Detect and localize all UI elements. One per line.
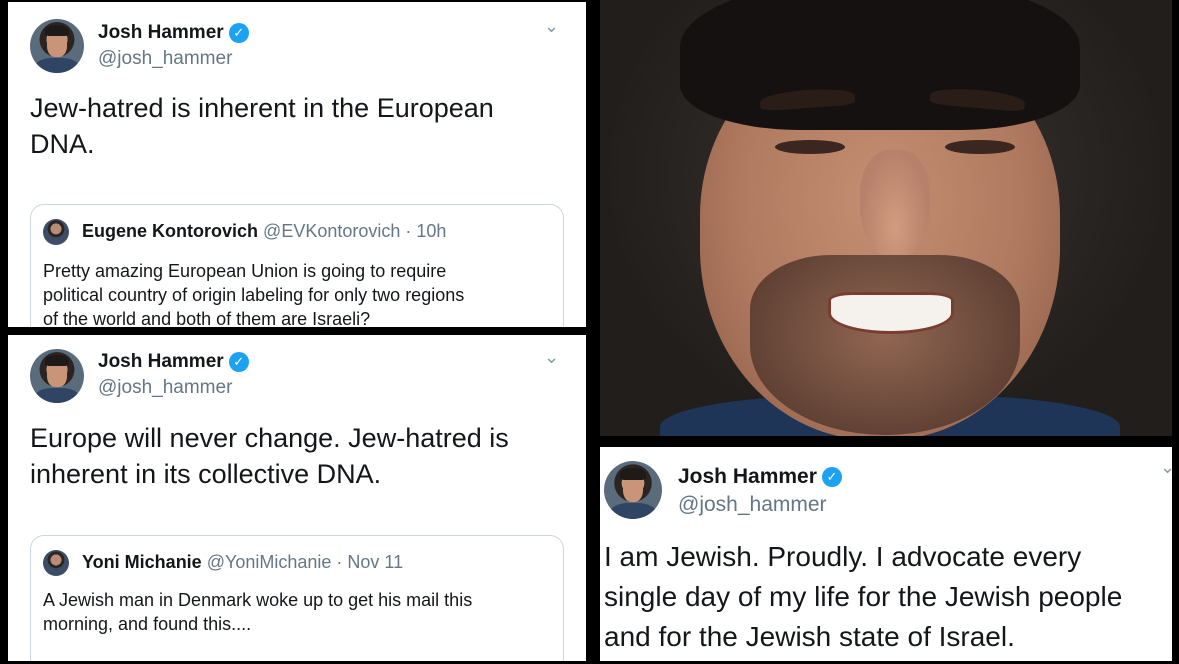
verified-badge-icon: ✓ bbox=[228, 351, 249, 372]
tweet-text: I am Jewish. Proudly. I advocate every s… bbox=[604, 541, 1123, 652]
author-handle[interactable]: @josh_hammer bbox=[98, 48, 232, 70]
quoted-author-name[interactable]: Eugene Kontorovich bbox=[82, 221, 258, 241]
tweet-card-1[interactable]: Josh Hammer ✓ @josh_hammer ⌄ Jew-hatred i… bbox=[8, 2, 586, 327]
portrait-photo bbox=[600, 0, 1172, 436]
author-handle[interactable]: @josh_hammer bbox=[678, 493, 827, 517]
author-handle[interactable]: @josh_hammer bbox=[98, 377, 232, 399]
quoted-author-handle[interactable]: @EVKontorovich bbox=[263, 221, 400, 241]
verified-badge-icon: ✓ bbox=[821, 467, 842, 488]
quoted-tweet[interactable]: Yoni Michanie @YoniMichanie · Nov 11 A J… bbox=[30, 535, 564, 661]
author-name[interactable]: Josh Hammer ✓ bbox=[678, 465, 842, 489]
quoted-tweet-header: Yoni Michanie @YoniMichanie · Nov 11 bbox=[43, 550, 403, 576]
avatar[interactable] bbox=[30, 19, 84, 73]
quoted-tweet-text: Pretty amazing European Union is going t… bbox=[43, 261, 465, 327]
quoted-tweet[interactable]: Eugene Kontorovich @EVKontorovich · 10h … bbox=[30, 204, 564, 327]
quoted-author-name[interactable]: Yoni Michanie bbox=[82, 552, 202, 572]
avatar bbox=[43, 219, 69, 245]
tweet-text: Europe will never change. Jew-hatred is … bbox=[30, 423, 509, 489]
avatar[interactable] bbox=[604, 461, 662, 519]
quoted-tweet-header: Eugene Kontorovich @EVKontorovich · 10h bbox=[43, 219, 446, 245]
author-name[interactable]: Josh Hammer ✓ bbox=[98, 22, 249, 44]
avatar bbox=[43, 550, 69, 576]
avatar[interactable] bbox=[30, 349, 84, 403]
quoted-tweet-text: A Jewish man in Denmark woke up to get h… bbox=[43, 590, 473, 634]
tweet-card-2[interactable]: Josh Hammer ✓ @josh_hammer ⌄ Europe will … bbox=[8, 335, 586, 661]
quoted-timestamp[interactable]: · Nov 11 bbox=[336, 552, 403, 572]
quoted-author-handle[interactable]: @YoniMichanie bbox=[207, 552, 332, 572]
chevron-down-icon[interactable]: ⌄ bbox=[544, 347, 559, 368]
chevron-down-icon[interactable]: ⌄ bbox=[544, 16, 559, 37]
author-name[interactable]: Josh Hammer ✓ bbox=[98, 351, 249, 373]
tweet-card-3[interactable]: Josh Hammer ✓ @josh_hammer ⌄ I am Jewish.… bbox=[600, 447, 1172, 661]
tweet-text: Jew-hatred is inherent in the European D… bbox=[30, 93, 494, 159]
quoted-timestamp[interactable]: · 10h bbox=[405, 221, 446, 241]
verified-badge-icon: ✓ bbox=[228, 22, 249, 43]
chevron-down-icon[interactable]: ⌄ bbox=[1160, 457, 1172, 478]
